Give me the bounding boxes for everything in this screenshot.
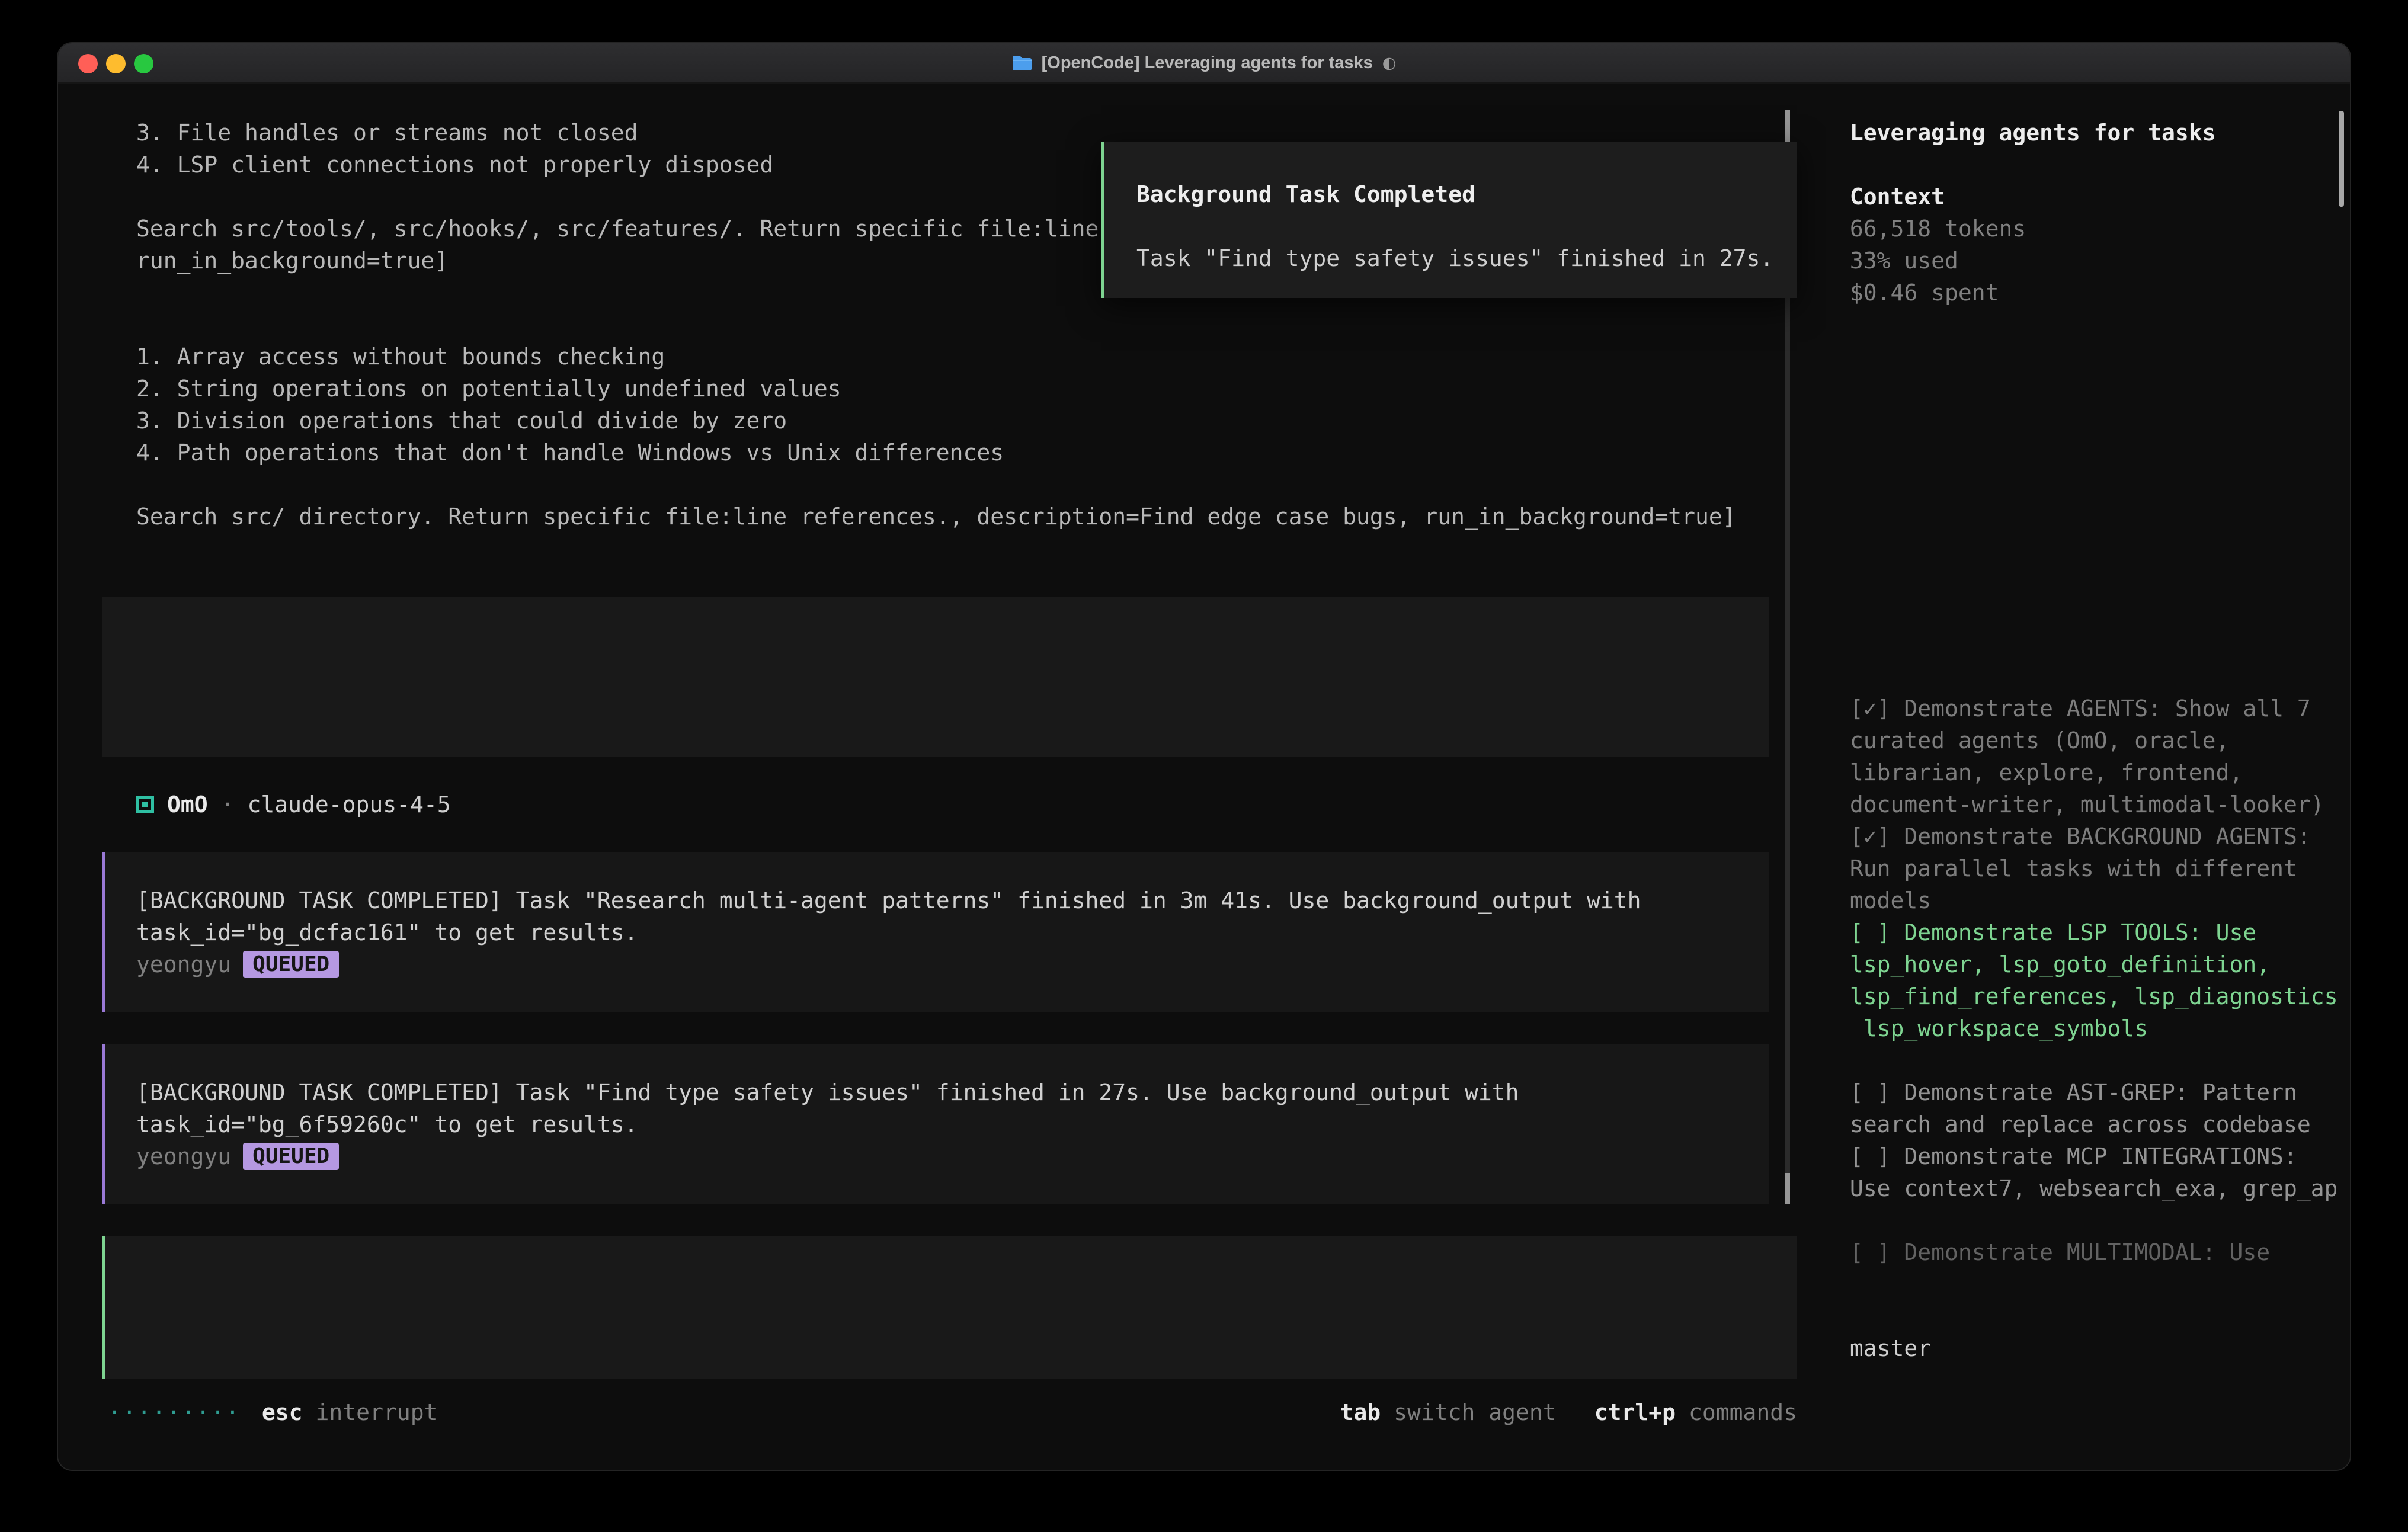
input-model-row: OmOOpus 4.5Anthropic: [136, 1332, 1797, 1364]
todo-section-header[interactable]: ▼Todo: [1850, 661, 2336, 693]
oracle-task-panel[interactable]: ◉ Oracle Task "Deep architecture review"…: [102, 597, 1769, 757]
agent-square-icon: [136, 796, 154, 813]
mcp-item: •grep_appConnected: [1850, 405, 2336, 437]
esc-key-label: interrupt: [316, 1399, 438, 1425]
agent-model: claude-opus-4-5: [248, 789, 451, 821]
lsp-item: •typescript: [1850, 565, 2336, 597]
subagent-nav-hint: ctrl+x right, ctrl+x left to navigate be…: [136, 693, 1769, 725]
message-text: [BACKGROUND TASK COMPLETED] Task "Find t…: [136, 1076, 1769, 1108]
traffic-lights: [78, 43, 153, 84]
session-sidebar: Leveraging agents for tasks Context 66,5…: [1826, 84, 2350, 1471]
tab-key-hint: tab: [1340, 1399, 1381, 1425]
window-title: [OpenCode] Leveraging agents for tasks: [1042, 53, 1373, 73]
message-background-task-2: [BACKGROUND TASK COMPLETED] Task "Find t…: [102, 1044, 1769, 1204]
message-background-task-1: [BACKGROUND TASK COMPLETED] Task "Resear…: [102, 852, 1769, 1012]
context-heading: Context: [1850, 181, 2336, 213]
todo-line: [✓] Demonstrate BACKGROUND AGENTS:: [1850, 821, 2336, 852]
workspace-branch: master: [1850, 1332, 2336, 1364]
status-bar: ········· esc interrupt tab switch agent…: [108, 1396, 1797, 1428]
message-meta: yeongyu QUEUED: [136, 1140, 1769, 1172]
todo-line-active: [ ] Demonstrate LSP TOOLS: Use: [1850, 916, 2336, 948]
tool-call-line: ⚙call_omo_agent [subagent_type=explore, …: [58, 309, 1826, 341]
todo-line: Use context7, websearch_exa, grep_app: [1850, 1172, 2336, 1204]
terminal-window: [OpenCode] Leveraging agents for tasks ◐…: [57, 42, 2351, 1471]
agent-name: OmO: [167, 789, 208, 821]
todo-line-active: lsp_find_references, lsp_diagnostics,: [1850, 980, 2336, 1012]
lsp-item: •markdown-oxide: [1850, 533, 2336, 565]
status-badge: QUEUED: [243, 1143, 339, 1170]
message-text: task_id="bg_dcfac161" to get results.: [136, 916, 1769, 948]
message-author: yeongyu: [136, 1140, 231, 1172]
minimize-button[interactable]: [106, 54, 126, 73]
sidebar-scrollbar-thumb[interactable]: [2339, 111, 2344, 207]
todo-line: [ ] Demonstrate MCP INTEGRATIONS:: [1850, 1140, 2336, 1172]
separator-dot: ·: [221, 789, 235, 821]
prompt-input[interactable]: OmOOpus 4.5Anthropic: [102, 1236, 1797, 1379]
todo-line: Run parallel tasks with different: [1850, 852, 2336, 884]
todo-line-active: lsp_hover, lsp_goto_definition,: [1850, 948, 2336, 980]
input-line[interactable]: [136, 1268, 1797, 1300]
message-meta: yeongyu QUEUED: [136, 948, 1769, 980]
todo-line: models: [1850, 884, 2336, 916]
log-line: 1. Array access without bounds checking: [58, 341, 1826, 373]
status-badge: QUEUED: [243, 951, 339, 978]
titlebar[interactable]: [OpenCode] Leveraging agents for tasks ◐: [58, 43, 2350, 84]
context-used: 33% used: [1850, 245, 2336, 277]
session-title: Leveraging agents for tasks: [1850, 117, 2336, 149]
window-title-group: [OpenCode] Leveraging agents for tasks ◐: [1012, 53, 1397, 73]
chat-pane: 3. File handles or streams not closed 4.…: [58, 84, 1826, 1471]
maximize-button[interactable]: [134, 54, 153, 73]
spinner-dots: ·········: [108, 1399, 241, 1425]
oracle-task-label: ◉ Oracle Task "Deep architecture review": [136, 629, 1769, 661]
context-tokens: 66,518 tokens: [1850, 213, 2336, 245]
todo-line: librarian, explore, frontend,: [1850, 757, 2336, 789]
todo-line: document-writer, multimodal-looker): [1850, 789, 2336, 821]
log-line: 2. String operations on potentially unde…: [58, 373, 1826, 405]
log-line: [58, 469, 1826, 501]
log-line: 4. Path operations that don't handle Win…: [58, 437, 1826, 469]
mcp-item: •context7Connected: [1850, 373, 2336, 405]
message-text: task_id="bg_6f59260c" to get results.: [136, 1108, 1769, 1140]
mcp-section-header[interactable]: ▼MCP: [1850, 341, 2336, 373]
ctrlp-key-label: commands: [1689, 1399, 1797, 1425]
workspace-path: ~/local-workspaces/oh-my-opencode:: [1850, 1300, 2336, 1332]
log-line: 3. Division operations that could divide…: [58, 405, 1826, 437]
lsp-section-header[interactable]: ▼LSP: [1850, 501, 2336, 533]
ctrlp-key-hint: ctrl+p: [1594, 1399, 1676, 1425]
toast-notification[interactable]: Background Task Completed Task "Find typ…: [1101, 142, 1797, 298]
context-spent: $0.46 spent: [1850, 277, 2336, 309]
version-row: •OpenCode1.0.163: [1850, 1396, 2336, 1428]
close-button[interactable]: [78, 54, 98, 73]
esc-key-hint: esc: [262, 1399, 303, 1425]
message-text: [BACKGROUND TASK COMPLETED] Task "Resear…: [136, 884, 1769, 916]
todo-line: [✓] Demonstrate AGENTS: Show all 7: [1850, 693, 2336, 725]
todo-line: [ ] Demonstrate AST-GREP: Pattern: [1850, 1076, 2336, 1108]
notification-title: Background Task Completed: [1136, 178, 1797, 210]
todo-line: [ ] Demonstrate MULTIMODAL: Use: [1850, 1236, 2336, 1268]
log-line: Search src/ directory. Return specific f…: [58, 501, 1826, 533]
session-status-icon: ◐: [1382, 54, 1397, 72]
lsp-item: •eslint: [1850, 597, 2336, 629]
todo-line-active: lsp_workspace_symbols: [1850, 1012, 2336, 1044]
notification-body: Task "Find type safety issues" finished …: [1136, 242, 1797, 274]
agent-session-header: OmO · claude-opus-4-5: [58, 789, 1826, 821]
todo-line: curated agents (OmO, oracle,: [1850, 725, 2336, 757]
chat-scrollbar-thumb[interactable]: [1785, 1173, 1790, 1204]
folder-icon: [1012, 55, 1032, 71]
mcp-item: •websearch_exaConnected: [1850, 437, 2336, 469]
todo-line: search and replace across codebase: [1850, 1108, 2336, 1140]
message-author: yeongyu: [136, 948, 231, 980]
tab-key-label: switch agent: [1394, 1399, 1557, 1425]
